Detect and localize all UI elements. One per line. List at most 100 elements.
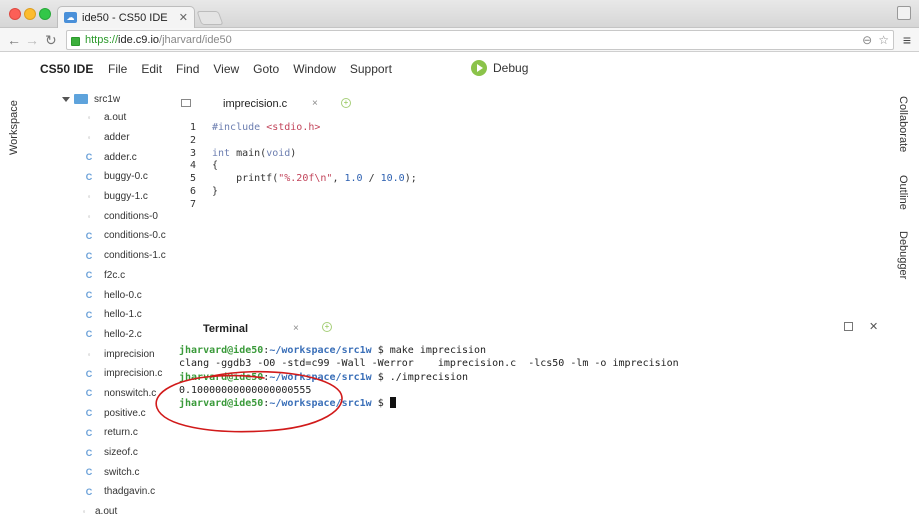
- zoom-window-button[interactable]: [39, 8, 51, 20]
- prompt-end: $: [371, 345, 390, 356]
- binary-file-icon: ◦: [87, 192, 91, 202]
- address-bar[interactable]: https://ide.c9.io/jharvard/ide50 ⊖ ☆: [66, 30, 894, 50]
- menu-support[interactable]: Support: [350, 62, 392, 76]
- code-token: 1.0: [344, 173, 363, 185]
- tree-item[interactable]: Cbuggy-0.c: [60, 167, 170, 187]
- c-file-icon: C: [85, 171, 93, 182]
- file-name: sizeof.c: [104, 447, 138, 459]
- browser-menu-icon[interactable]: ≡: [903, 32, 911, 48]
- output-text: clang -ggdb3 -O0 -std=c99 -Wall -Werror …: [179, 358, 679, 370]
- debugger-label: Debugger: [897, 231, 909, 280]
- minimize-window-button[interactable]: [24, 8, 36, 20]
- tree-item[interactable]: Cf2c.c: [60, 266, 170, 286]
- url-actions: ⊖ ☆: [862, 33, 889, 47]
- prompt-user: jharvard@ide50: [179, 398, 264, 410]
- file-name: nonswitch.c: [104, 387, 157, 399]
- tree-item[interactable]: ◦ adder: [60, 128, 170, 148]
- close-terminal-tab-icon[interactable]: ×: [293, 323, 299, 334]
- terminal-line: clang -ggdb3 -O0 -std=c99 -Wall -Werror …: [179, 357, 679, 370]
- code-line: 4 {: [180, 160, 417, 173]
- tree-item[interactable]: Cconditions-0.c: [60, 226, 170, 246]
- code-line: 7: [180, 199, 417, 212]
- close-panel-icon[interactable]: ✕: [869, 320, 878, 333]
- tree-item[interactable]: ◦ imprecision: [60, 344, 170, 364]
- file-name: conditions-1.c: [104, 250, 166, 262]
- tree-item[interactable]: Csizeof.c: [60, 443, 170, 463]
- binary-file-icon: ◦: [87, 133, 91, 143]
- terminal-tabbar: Terminal × + ✕: [176, 318, 880, 338]
- file-name: buggy-1.c: [104, 191, 148, 203]
- tree-item[interactable]: ◦ a.out: [60, 108, 170, 128]
- zoom-icon[interactable]: ⊖: [862, 33, 872, 47]
- tree-item[interactable]: Cadder.c: [60, 147, 170, 167]
- tree-item-a-out-root[interactable]: ◦ a.out: [75, 506, 118, 516]
- code-token: }: [212, 185, 219, 197]
- file-name: conditions-0.c: [104, 230, 166, 242]
- tree-item[interactable]: Chello-2.c: [60, 325, 170, 345]
- c-file-icon: C: [85, 368, 93, 379]
- bookmark-star-icon[interactable]: ☆: [878, 33, 889, 47]
- reload-icon[interactable]: ↻: [45, 31, 57, 49]
- close-editor-tab-icon[interactable]: ×: [312, 98, 318, 109]
- tree-item[interactable]: Cimprecision.c: [60, 364, 170, 384]
- ide-brand[interactable]: CS50 IDE: [40, 62, 93, 76]
- tree-item[interactable]: Cnonswitch.c: [60, 384, 170, 404]
- tree-item[interactable]: Cswitch.c: [60, 462, 170, 482]
- menu-window[interactable]: Window: [293, 62, 336, 76]
- tree-item[interactable]: Cpositive.c: [60, 403, 170, 423]
- terminal-line: jharvard@ide50:~/workspace/src1w $ ./imp…: [179, 371, 679, 384]
- back-arrow-icon[interactable]: ←: [7, 31, 21, 49]
- menu-edit[interactable]: Edit: [141, 62, 162, 76]
- close-tab-icon[interactable]: ✕: [179, 11, 188, 24]
- new-tab-button[interactable]: [196, 11, 224, 25]
- terminal-line: jharvard@ide50:~/workspace/src1w $ make …: [179, 344, 679, 357]
- workspace-panel-tab[interactable]: Workspace: [8, 95, 22, 155]
- prompt-user: jharvard@ide50: [179, 371, 264, 383]
- lock-icon: [71, 36, 80, 46]
- file-name: hello-1.c: [104, 309, 142, 321]
- terminal-tab[interactable]: Terminal: [203, 323, 248, 335]
- menu-file[interactable]: File: [108, 62, 127, 76]
- ide-menubar: CS50 IDE File Edit Find View Goto Window…: [0, 52, 919, 88]
- binary-file-icon: ◦: [87, 113, 91, 123]
- menu-find[interactable]: Find: [176, 62, 199, 76]
- prompt-end: $: [371, 398, 390, 410]
- editor-tab-imprecision[interactable]: imprecision.c: [223, 98, 287, 110]
- outline-label: Outline: [897, 175, 909, 210]
- terminal-output[interactable]: jharvard@ide50:~/workspace/src1w $ make …: [179, 344, 679, 410]
- add-terminal-tab-icon[interactable]: +: [322, 322, 332, 332]
- tree-item[interactable]: Creturn.c: [60, 423, 170, 443]
- expand-arrow-icon[interactable]: [62, 96, 70, 102]
- collaborate-panel-tab[interactable]: Collaborate: [895, 96, 909, 158]
- add-tab-icon[interactable]: +: [341, 98, 351, 108]
- c-file-icon: C: [85, 152, 93, 163]
- profile-icon[interactable]: [897, 6, 911, 20]
- menu-goto[interactable]: Goto: [253, 62, 279, 76]
- code-editor[interactable]: 1 #include <stdio.h> 2 3 int main(void) …: [180, 122, 417, 212]
- c-file-icon: C: [85, 250, 93, 261]
- tree-item[interactable]: Chello-1.c: [60, 305, 170, 325]
- panel-toggle-icon[interactable]: [181, 99, 191, 107]
- debugger-panel-tab[interactable]: Debugger: [895, 231, 909, 283]
- menu-view[interactable]: View: [213, 62, 239, 76]
- workspace-label: Workspace: [8, 100, 20, 155]
- file-name: switch.c: [104, 466, 140, 478]
- tree-item[interactable]: ◦ buggy-1.c: [60, 187, 170, 207]
- c-file-icon: C: [85, 309, 93, 320]
- tree-item[interactable]: ◦ conditions-0: [60, 206, 170, 226]
- maximize-icon[interactable]: [844, 322, 853, 331]
- cloud9-favicon-icon: ☁: [64, 12, 77, 23]
- tree-item[interactable]: Chello-0.c: [60, 285, 170, 305]
- url-path: /jharvard/ide50: [159, 34, 232, 46]
- file-name: adder.c: [104, 151, 137, 163]
- debug-button[interactable]: Debug: [471, 60, 528, 76]
- tree-item[interactable]: Cconditions-1.c: [60, 246, 170, 266]
- close-window-button[interactable]: [9, 8, 21, 20]
- forward-arrow-icon[interactable]: →: [25, 31, 39, 49]
- tree-folder-src1w[interactable]: src1w: [60, 90, 170, 108]
- url-scheme: https://: [85, 34, 119, 46]
- tree-item[interactable]: Cthadgavin.c: [60, 482, 170, 502]
- outline-panel-tab[interactable]: Outline: [895, 175, 909, 215]
- browser-tab[interactable]: ☁ ide50 - CS50 IDE ✕: [57, 6, 195, 28]
- line-number: 5: [189, 173, 196, 185]
